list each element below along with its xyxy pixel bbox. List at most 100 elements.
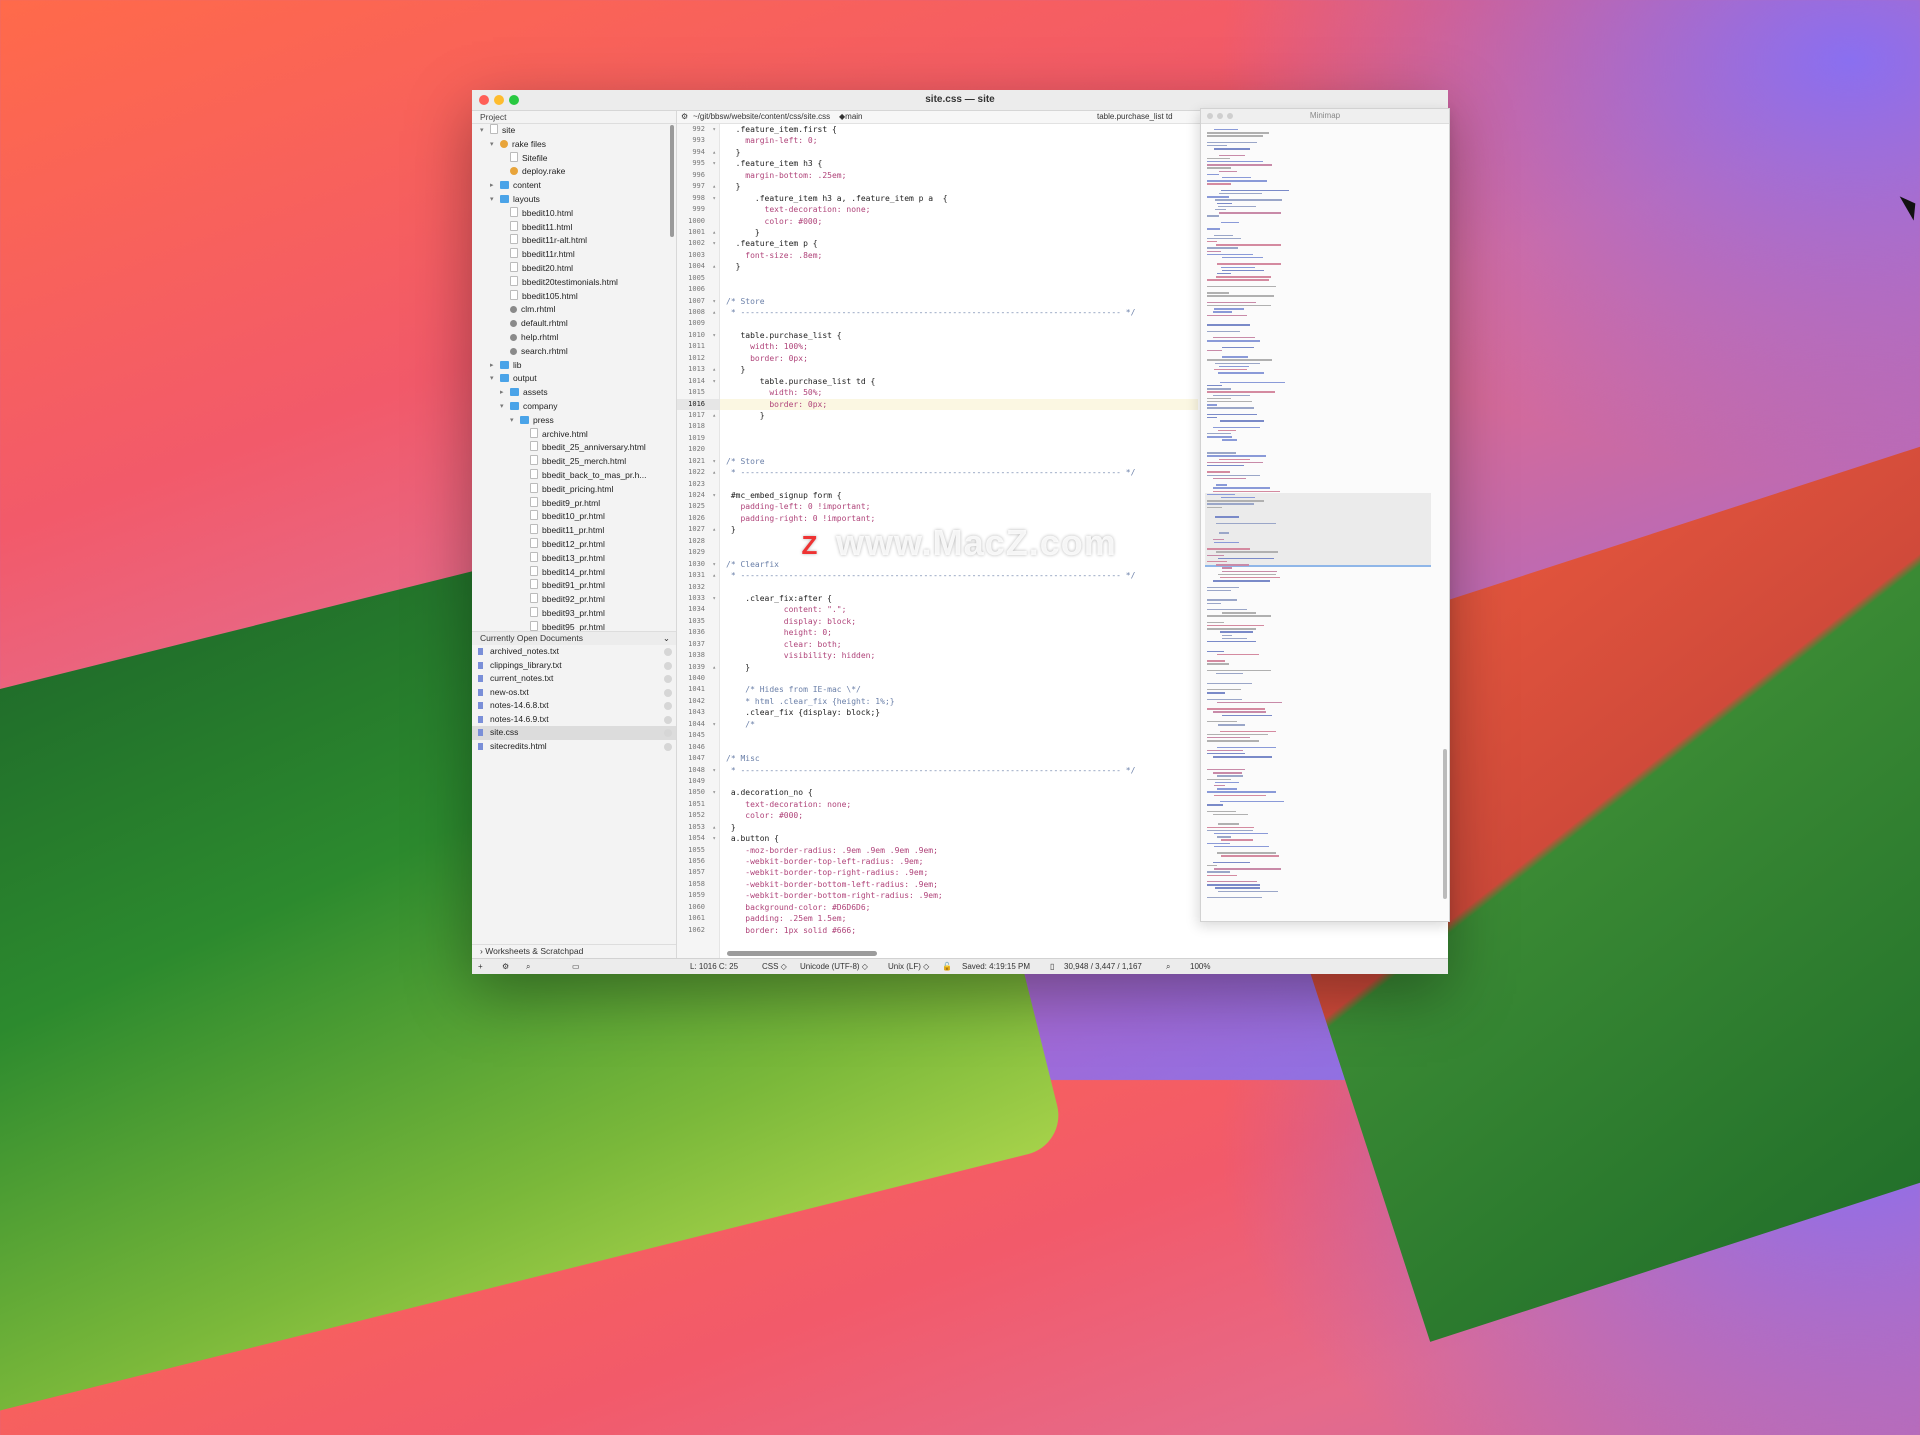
fold-icon[interactable]: ▾ [712, 193, 716, 204]
close-icon[interactable] [664, 715, 672, 724]
close-icon[interactable] [664, 702, 672, 710]
project-header[interactable]: Project [472, 111, 676, 124]
tree-item[interactable]: bbedit95_pr.html [472, 620, 668, 631]
tree-item[interactable]: bbedit11r.html [472, 248, 668, 262]
close-icon[interactable] [664, 688, 672, 697]
fold-icon[interactable]: ▾ [712, 787, 716, 798]
code-line[interactable]: height: 0; [720, 627, 1198, 638]
code-line[interactable]: padding-left: 0 !important; [720, 501, 1198, 512]
tree-item[interactable]: bbedit_pricing.html [472, 482, 668, 497]
lock-icon[interactable]: 🔓 [942, 959, 952, 974]
disclosure-closed-icon[interactable]: ▸ [490, 179, 498, 193]
fold-icon[interactable]: ▾ [712, 296, 716, 307]
close-icon[interactable] [664, 742, 672, 751]
encoding-popup[interactable]: Unicode (UTF-8) ◇ [800, 959, 868, 974]
code-line[interactable] [720, 479, 1198, 490]
code-line[interactable]: margin-left: 0; [720, 135, 1198, 146]
settings-icon[interactable]: ⚙ [502, 959, 509, 974]
code-line[interactable]: text-decoration: none; [720, 204, 1198, 215]
code-line[interactable] [720, 273, 1198, 284]
tree-item[interactable]: help.rhtml [472, 331, 668, 345]
fold-icon[interactable]: ▾ [712, 833, 716, 844]
code-line[interactable] [720, 730, 1198, 741]
code-line[interactable]: .feature_item.first { [720, 124, 1198, 135]
open-document-item[interactable]: sitecredits.html [472, 740, 676, 754]
zoom-icon[interactable]: ⌕ [1166, 959, 1170, 974]
code-line[interactable]: content: "."; [720, 604, 1198, 615]
tree-item[interactable]: bbedit11_pr.html [472, 524, 668, 538]
code-line[interactable]: .clear_fix {display: block;} [720, 707, 1198, 718]
tree-item[interactable]: clm.rhtml [472, 303, 668, 317]
code-line[interactable] [720, 776, 1198, 787]
open-document-item[interactable]: new-os.txt [472, 686, 676, 700]
close-icon[interactable] [664, 729, 672, 737]
code-line[interactable]: font-size: .8em; [720, 250, 1198, 261]
code-line[interactable] [720, 742, 1198, 753]
close-button[interactable] [1207, 113, 1213, 119]
code-line[interactable]: } [720, 822, 1198, 833]
code-line[interactable]: visibility: hidden; [720, 650, 1198, 661]
code-line[interactable]: /* Hides from IE-mac \*/ [720, 684, 1198, 695]
code-line[interactable]: color: #000; [720, 216, 1198, 227]
add-icon[interactable]: + [478, 959, 483, 974]
fold-icon[interactable]: ▾ [712, 456, 716, 467]
code-line[interactable]: #mc_embed_signup form { [720, 490, 1198, 501]
code-line[interactable]: text-decoration: none; [720, 799, 1198, 810]
minimap-scrollbar[interactable] [1443, 749, 1447, 899]
fold-icon[interactable]: ▾ [712, 158, 716, 169]
fold-icon[interactable]: ▾ [712, 376, 716, 387]
code-line[interactable]: } [720, 364, 1198, 375]
code-line[interactable]: -webkit-border-top-left-radius: .9em; [720, 856, 1198, 867]
code-line[interactable]: /* [720, 719, 1198, 730]
tree-item[interactable]: ▸ content [472, 179, 668, 193]
open-document-item[interactable]: clippings_library.txt [472, 659, 676, 673]
fold-icon[interactable]: ▴ [712, 524, 716, 535]
tree-item[interactable]: archive.html [472, 427, 668, 442]
code-line[interactable]: .feature_item h3 a, .feature_item p a { [720, 193, 1198, 204]
code-line[interactable]: .clear_fix:after { [720, 593, 1198, 604]
code-line[interactable]: border: 1px solid #666; [720, 925, 1198, 936]
tree-item[interactable]: bbedit10.html [472, 206, 668, 221]
code-line[interactable]: a.decoration_no { [720, 787, 1198, 798]
line-endings-popup[interactable]: Unix (LF) ◇ [888, 959, 929, 974]
disclosure-open-icon[interactable]: ▾ [490, 138, 498, 152]
fold-icon[interactable]: ▴ [712, 822, 716, 833]
code-line[interactable]: width: 50%; [720, 387, 1198, 398]
code-line[interactable]: * --------------------------------------… [720, 765, 1198, 776]
document-counts[interactable]: 30,948 / 3,447 / 1,167 [1064, 959, 1142, 974]
sidebar-scrollbar[interactable] [670, 125, 674, 237]
worksheets-scratchpad[interactable]: › Worksheets & Scratchpad [472, 944, 676, 958]
code-line[interactable] [720, 284, 1198, 295]
code-line[interactable]: } [720, 147, 1198, 158]
branch-popup[interactable]: ◆ main [839, 111, 863, 123]
fold-icon[interactable]: ▴ [712, 570, 716, 581]
tree-item[interactable]: ▾ output [472, 372, 668, 386]
sidebar-toggle-icon[interactable]: ▭ [572, 959, 580, 974]
fold-icon[interactable]: ▴ [712, 662, 716, 673]
disclosure-open-icon[interactable]: ▾ [480, 124, 488, 138]
code-line[interactable]: .feature_item h3 { [720, 158, 1198, 169]
gear-icon[interactable]: ⚙ [681, 111, 688, 123]
code-line[interactable]: display: block; [720, 616, 1198, 627]
path-popup[interactable]: ~/git/bbsw/website/content/css/site.css [693, 111, 830, 123]
code-line[interactable]: * --------------------------------------… [720, 307, 1198, 318]
code-line[interactable]: -webkit-border-top-right-radius: .9em; [720, 867, 1198, 878]
fold-icon[interactable]: ▾ [712, 124, 716, 135]
code-line[interactable]: table.purchase_list { [720, 330, 1198, 341]
fold-icon[interactable]: ▾ [712, 559, 716, 570]
close-icon[interactable] [664, 648, 672, 656]
fold-icon[interactable]: ▴ [712, 467, 716, 478]
fold-icon[interactable]: ▾ [712, 238, 716, 249]
code-line[interactable]: /* Store [720, 296, 1198, 307]
fold-icon[interactable]: ▾ [712, 719, 716, 730]
fold-icon[interactable]: ▾ [712, 330, 716, 341]
open-document-item[interactable]: notes-14.6.8.txt [472, 699, 676, 713]
tree-item[interactable]: Sitefile [472, 151, 668, 166]
tree-item[interactable]: bbedit91_pr.html [472, 579, 668, 593]
fold-icon[interactable]: ▴ [712, 181, 716, 192]
code-line[interactable] [720, 582, 1198, 593]
tree-item[interactable]: bbedit11.html [472, 220, 668, 235]
tree-item[interactable]: bbedit9_pr.html [472, 496, 668, 511]
open-document-item[interactable]: notes-14.6.9.txt [472, 713, 676, 727]
fold-icon[interactable]: ▴ [712, 261, 716, 272]
